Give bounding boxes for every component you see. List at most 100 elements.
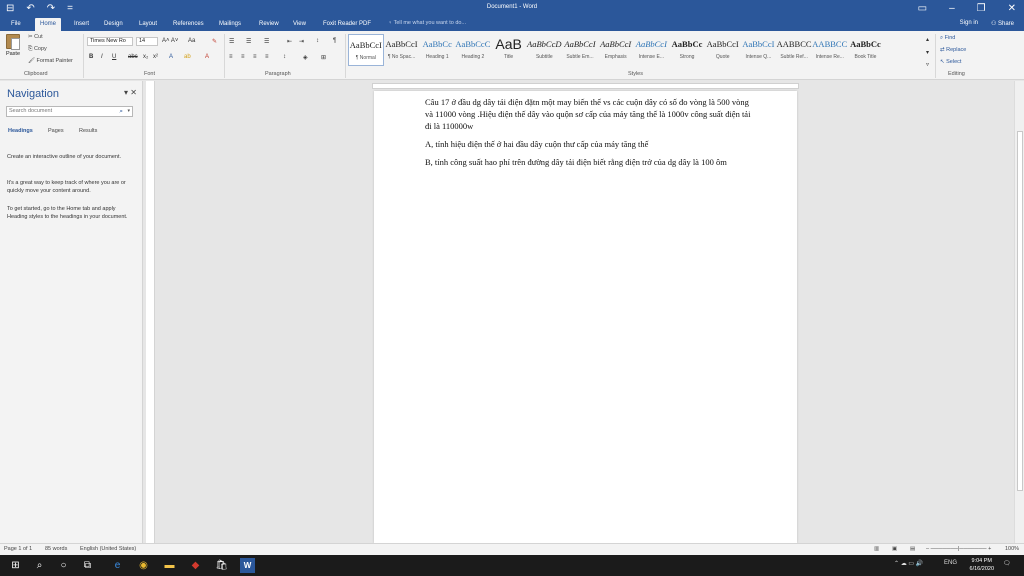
search-icon[interactable]: ⌕ (119, 107, 123, 116)
tab-file[interactable]: File (6, 19, 26, 29)
read-mode-icon[interactable]: ▥ (874, 546, 879, 552)
styles-scroll-up-icon[interactable]: ▴ (926, 36, 929, 43)
share-button[interactable]: ⚇ Share (991, 20, 1014, 27)
align-left-icon[interactable]: ≡ (229, 54, 233, 60)
find-button[interactable]: ⌕ Find (940, 35, 955, 42)
numbering-icon[interactable]: ☰ (246, 38, 251, 45)
font-color-icon[interactable]: A (205, 54, 209, 60)
document-paragraph[interactable]: A, tính hiệu điện thế ở hai đầu dây cuộn… (425, 138, 751, 150)
bold-icon[interactable]: B (89, 54, 93, 60)
word-taskbar-icon[interactable]: W (240, 558, 255, 573)
copy-button[interactable]: ⎘ Copy (28, 46, 47, 53)
subscript-icon[interactable]: x₂ (143, 54, 148, 60)
style-tile[interactable]: AABBCC Intense Re... (812, 34, 848, 66)
horizontal-ruler[interactable] (372, 83, 799, 89)
web-layout-icon[interactable]: ▤ (910, 546, 915, 552)
tab-design[interactable]: Design (99, 19, 128, 29)
file-explorer-icon[interactable]: ▬ (162, 558, 177, 573)
borders-icon[interactable]: ⊞ (321, 54, 326, 61)
zoom-slider[interactable]: – ───────|─────── + (926, 546, 991, 552)
style-tile[interactable]: AaBbCcI Intense E... (634, 34, 670, 66)
document-paragraph[interactable]: B, tính công suất hao phí trên đường dây… (425, 156, 751, 168)
style-tile[interactable]: AaBbCcI ¶ Normal (348, 34, 384, 66)
decrease-indent-icon[interactable]: ⇤ (287, 38, 292, 45)
cortana-icon[interactable]: ○ (56, 558, 71, 573)
clear-formatting-icon[interactable]: ✎ (212, 38, 217, 45)
style-tile[interactable]: AaBbCcI Quote (705, 34, 741, 66)
task-view-icon[interactable]: ⧉ (80, 558, 95, 573)
print-layout-icon[interactable]: ▣ (892, 546, 897, 552)
italic-icon[interactable]: I (101, 54, 103, 60)
taskbar-clock[interactable]: 9:04 PM 6/16/2020 (970, 557, 994, 573)
edge-icon[interactable]: e (110, 558, 125, 573)
search-document-input[interactable]: Search document ⌕ ▾ (6, 106, 133, 117)
page-count[interactable]: Page 1 of 1 (4, 546, 32, 552)
tell-me-box[interactable]: ♀ Tell me what you want to do... (388, 20, 466, 26)
strikethrough-icon[interactable]: abc (128, 54, 138, 60)
tab-insert[interactable]: Insert (69, 19, 94, 29)
search-icon[interactable]: ⌕ (32, 558, 47, 573)
cut-button[interactable]: ✂ Cut (28, 34, 43, 40)
tab-home[interactable]: Home (35, 18, 62, 31)
app-icon[interactable]: ◆ (188, 558, 203, 573)
close-icon[interactable]: ✕ (130, 88, 137, 97)
tab-references[interactable]: References (168, 19, 209, 29)
align-center-icon[interactable]: ≡ (241, 54, 245, 60)
sign-in-link[interactable]: Sign in (960, 20, 978, 26)
tab-mailings[interactable]: Mailings (214, 19, 246, 29)
document-paragraph[interactable]: Câu 17 ở đầu dg dây tải điện đặtn một ma… (425, 96, 751, 132)
style-tile[interactable]: AaBbCcI ¶ No Spac... (384, 34, 420, 66)
select-button[interactable]: ↖ Select (940, 59, 961, 65)
superscript-icon[interactable]: x² (153, 54, 158, 60)
chrome-icon[interactable]: ◉ (136, 558, 151, 573)
store-icon[interactable]: 🛍 (214, 558, 229, 573)
bullets-icon[interactable]: ☰ (229, 38, 234, 45)
chevron-down-icon[interactable]: ▾ (127, 107, 130, 116)
paste-button[interactable]: Paste (4, 34, 22, 64)
style-tile[interactable]: AABBCC Subtle Ref... (776, 34, 812, 66)
sort-icon[interactable]: ↕ (316, 38, 319, 44)
font-name-box[interactable]: Times New Ro (87, 37, 133, 46)
system-tray-icons[interactable]: ⌃ ☁ ▭ 🔊 (894, 560, 923, 567)
style-tile[interactable]: AaBbCcC Heading 2 (455, 34, 491, 66)
ribbon-display-options-icon[interactable]: ▭ (918, 2, 927, 15)
align-right-icon[interactable]: ≡ (253, 54, 257, 60)
style-tile[interactable]: AaB Title (491, 34, 527, 66)
notifications-icon[interactable]: 🗨 (1003, 560, 1011, 567)
tab-view[interactable]: View (288, 19, 311, 29)
close-icon[interactable]: ✕ (1008, 2, 1016, 15)
styles-more-icon[interactable]: ▿ (926, 61, 929, 68)
style-tile[interactable]: AaBbCcI Emphasis (598, 34, 634, 66)
tab-review[interactable]: Review (254, 19, 284, 29)
replace-button[interactable]: ⇄ Replace (940, 47, 966, 53)
word-count[interactable]: 85 words (45, 546, 67, 552)
minimize-icon[interactable]: – (949, 2, 955, 15)
language-indicator[interactable]: English (United States) (80, 546, 136, 552)
tab-pages[interactable]: Pages (48, 128, 64, 134)
text-effects-icon[interactable]: A (169, 54, 173, 60)
line-spacing-icon[interactable]: ↕ (283, 54, 286, 60)
justify-icon[interactable]: ≡ (265, 54, 269, 60)
input-language[interactable]: ENG (944, 560, 957, 566)
document-page[interactable]: Câu 17 ở đầu dg dây tải điện đặtn một ma… (374, 91, 797, 543)
increase-indent-icon[interactable]: ⇥ (299, 38, 304, 45)
tab-foxit-reader-pdf[interactable]: Foxit Reader PDF (318, 19, 376, 29)
style-tile[interactable]: AaBbCc Strong (669, 34, 705, 66)
highlight-icon[interactable]: ab (184, 54, 191, 60)
zoom-level[interactable]: 100% (1005, 546, 1019, 552)
underline-icon[interactable]: U (112, 54, 116, 60)
show-formatting-marks-icon[interactable]: ¶ (333, 38, 336, 44)
style-tile[interactable]: AaBbCcI Intense Q... (741, 34, 777, 66)
style-tile[interactable]: AaBbCc Book Title (848, 34, 884, 66)
restore-icon[interactable]: ❐ (977, 2, 986, 15)
vertical-scrollbar[interactable] (1014, 81, 1024, 543)
style-tile[interactable]: AaBbCcD Subtitle (526, 34, 562, 66)
shading-icon[interactable]: ◈ (303, 54, 308, 61)
tab-headings[interactable]: Headings (8, 128, 33, 134)
change-case-icon[interactable]: Aa (188, 38, 195, 44)
windows-start-icon[interactable]: ⊞ (8, 558, 23, 573)
style-tile[interactable]: AaBbCcI Subtle Em... (562, 34, 598, 66)
grow-font-icon[interactable]: A˄ A˅ (162, 38, 178, 44)
tab-layout[interactable]: Layout (134, 19, 162, 29)
multilevel-list-icon[interactable]: ☰ (264, 38, 269, 45)
